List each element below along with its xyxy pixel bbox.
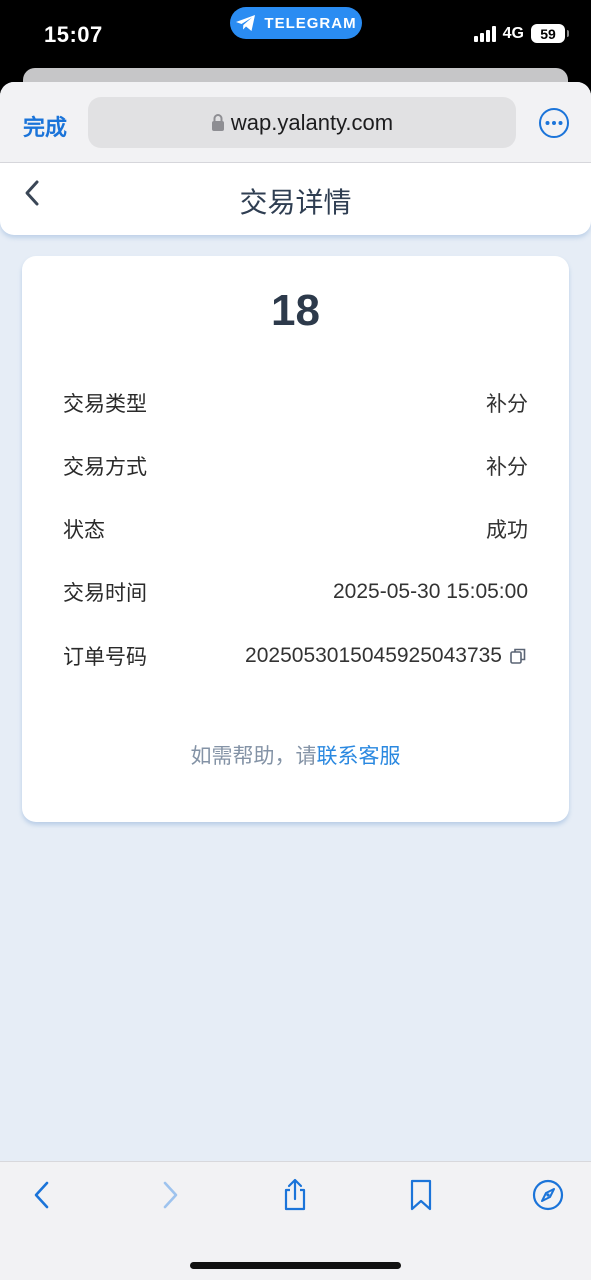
battery-level: 59 <box>540 25 556 42</box>
browser-window: 完成 wap.yalanty.com 交易详情 18 交易类型 补分 交易方式 … <box>0 82 591 1280</box>
done-button[interactable]: 完成 <box>23 110 67 142</box>
detail-row-time: 交易时间 2025-05-30 15:05:00 <box>63 572 528 612</box>
detail-label: 交易方式 <box>63 456 147 479</box>
detail-label: 状态 <box>63 519 105 542</box>
browser-top-bar: 完成 wap.yalanty.com <box>0 82 591 163</box>
telegram-icon <box>236 15 256 31</box>
page-title: 交易详情 <box>239 187 352 218</box>
share-icon[interactable] <box>278 1178 312 1212</box>
detail-label: 订单号码 <box>63 646 147 669</box>
detail-value: 2025-05-30 15:05:00 <box>333 580 528 603</box>
detail-value: 成功 <box>486 519 528 542</box>
detail-row-status: 状态 成功 <box>63 509 528 549</box>
status-indicators: 4G 59 <box>473 24 569 43</box>
detail-row-order-number: 订单号码 20250530150459250437​35 <box>63 636 528 676</box>
more-icon[interactable] <box>538 107 570 139</box>
url-text: wap.yalanty.com <box>230 109 394 135</box>
page-header: 交易详情 <box>0 163 591 235</box>
network-type: 4G <box>502 24 524 42</box>
telegram-return-pill[interactable]: TELEGRAM <box>230 7 362 39</box>
detail-value: 20250530150459250437​35 <box>245 644 528 668</box>
transaction-amount: 18 <box>271 286 320 335</box>
detail-value: 补分 <box>486 393 528 416</box>
address-bar[interactable]: wap.yalanty.com <box>88 97 516 148</box>
detail-row-method: 交易方式 补分 <box>63 446 528 486</box>
status-bar: 15:07 TELEGRAM 4G 59 <box>0 0 591 70</box>
copy-icon[interactable] <box>508 646 528 666</box>
battery-icon: 59 <box>531 24 569 43</box>
compass-icon[interactable] <box>531 1178 565 1212</box>
contact-support-link[interactable]: 联系客服 <box>317 745 401 768</box>
transaction-card: 18 交易类型 补分 交易方式 补分 状态 成功 交易时间 2025-05-30… <box>22 256 569 822</box>
detail-row-type: 交易类型 补分 <box>63 383 528 423</box>
nav-back-icon[interactable] <box>26 1178 60 1212</box>
lock-icon <box>211 114 224 131</box>
nav-forward-icon[interactable] <box>152 1178 186 1212</box>
telegram-pill-label: TELEGRAM <box>264 14 357 32</box>
help-text: 如需帮助，请联系客服 <box>190 745 401 768</box>
detail-value: 补分 <box>486 456 528 479</box>
status-time: 15:07 <box>44 22 103 47</box>
bookmarks-icon[interactable] <box>404 1178 438 1212</box>
detail-label: 交易类型 <box>63 393 147 416</box>
order-number: 20250530150459250437​35 <box>245 644 502 667</box>
detail-label: 交易时间 <box>63 582 147 605</box>
signal-icon <box>473 25 496 42</box>
home-indicator <box>190 1262 401 1269</box>
